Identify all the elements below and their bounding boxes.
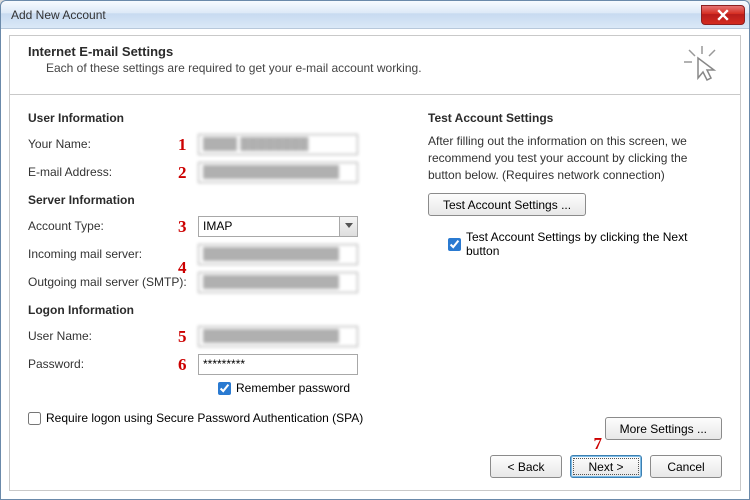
- your-name-label: Your Name:: [28, 137, 198, 151]
- incoming-input[interactable]: [198, 244, 358, 265]
- test-settings-desc: After filling out the information on thi…: [428, 133, 722, 183]
- marker-4: 4: [178, 258, 187, 278]
- cursor-icon: [682, 44, 722, 84]
- account-type-label: Account Type:: [28, 219, 198, 233]
- user-name-input[interactable]: [198, 326, 358, 347]
- close-icon: [717, 9, 729, 21]
- next-button[interactable]: Next >: [570, 455, 642, 478]
- cancel-button[interactable]: Cancel: [650, 455, 722, 478]
- your-name-input[interactable]: [198, 134, 358, 155]
- titlebar[interactable]: Add New Account: [1, 1, 749, 29]
- section-user-info: User Information: [28, 111, 398, 125]
- user-name-label: User Name:: [28, 329, 198, 343]
- test-settings-title: Test Account Settings: [428, 111, 722, 125]
- header-pane: Internet E-mail Settings Each of these s…: [9, 35, 741, 95]
- back-button[interactable]: < Back: [490, 455, 562, 478]
- close-button[interactable]: [701, 5, 745, 25]
- password-input[interactable]: [198, 354, 358, 375]
- header-subtitle: Each of these settings are required to g…: [46, 61, 672, 75]
- test-account-button[interactable]: Test Account Settings ...: [428, 193, 586, 216]
- outgoing-input[interactable]: [198, 272, 358, 293]
- left-column: User Information Your Name: 1 E-mail Add…: [28, 109, 398, 425]
- test-on-next-checkbox[interactable]: [448, 238, 461, 251]
- marker-7: 7: [594, 434, 603, 454]
- marker-3: 3: [178, 217, 187, 237]
- marker-2: 2: [178, 163, 187, 183]
- account-type-value: IMAP: [203, 219, 232, 233]
- chevron-down-icon: [339, 217, 357, 236]
- email-input[interactable]: [198, 162, 358, 183]
- window-title: Add New Account: [11, 8, 701, 22]
- password-label: Password:: [28, 357, 198, 371]
- dialog-window: Add New Account Internet E-mail Settings…: [0, 0, 750, 500]
- outgoing-label: Outgoing mail server (SMTP):: [28, 275, 198, 289]
- account-type-select[interactable]: IMAP: [198, 216, 358, 237]
- incoming-label: Incoming mail server:: [28, 247, 198, 261]
- remember-password-checkbox[interactable]: [218, 382, 231, 395]
- spa-label: Require logon using Secure Password Auth…: [46, 411, 363, 425]
- spa-checkbox[interactable]: [28, 412, 41, 425]
- more-settings-button[interactable]: More Settings ...: [605, 417, 722, 440]
- section-server-info: Server Information: [28, 193, 398, 207]
- section-logon-info: Logon Information: [28, 303, 398, 317]
- header-title: Internet E-mail Settings: [28, 44, 672, 59]
- marker-1: 1: [178, 135, 187, 155]
- remember-password-label: Remember password: [236, 381, 350, 395]
- email-label: E-mail Address:: [28, 165, 198, 179]
- content-pane: User Information Your Name: 1 E-mail Add…: [9, 95, 741, 491]
- right-column: Test Account Settings After filling out …: [428, 109, 722, 425]
- marker-5: 5: [178, 327, 187, 347]
- marker-6: 6: [178, 355, 187, 375]
- footer-buttons: < Back Next > Cancel: [490, 455, 722, 478]
- test-on-next-label: Test Account Settings by clicking the Ne…: [466, 230, 722, 258]
